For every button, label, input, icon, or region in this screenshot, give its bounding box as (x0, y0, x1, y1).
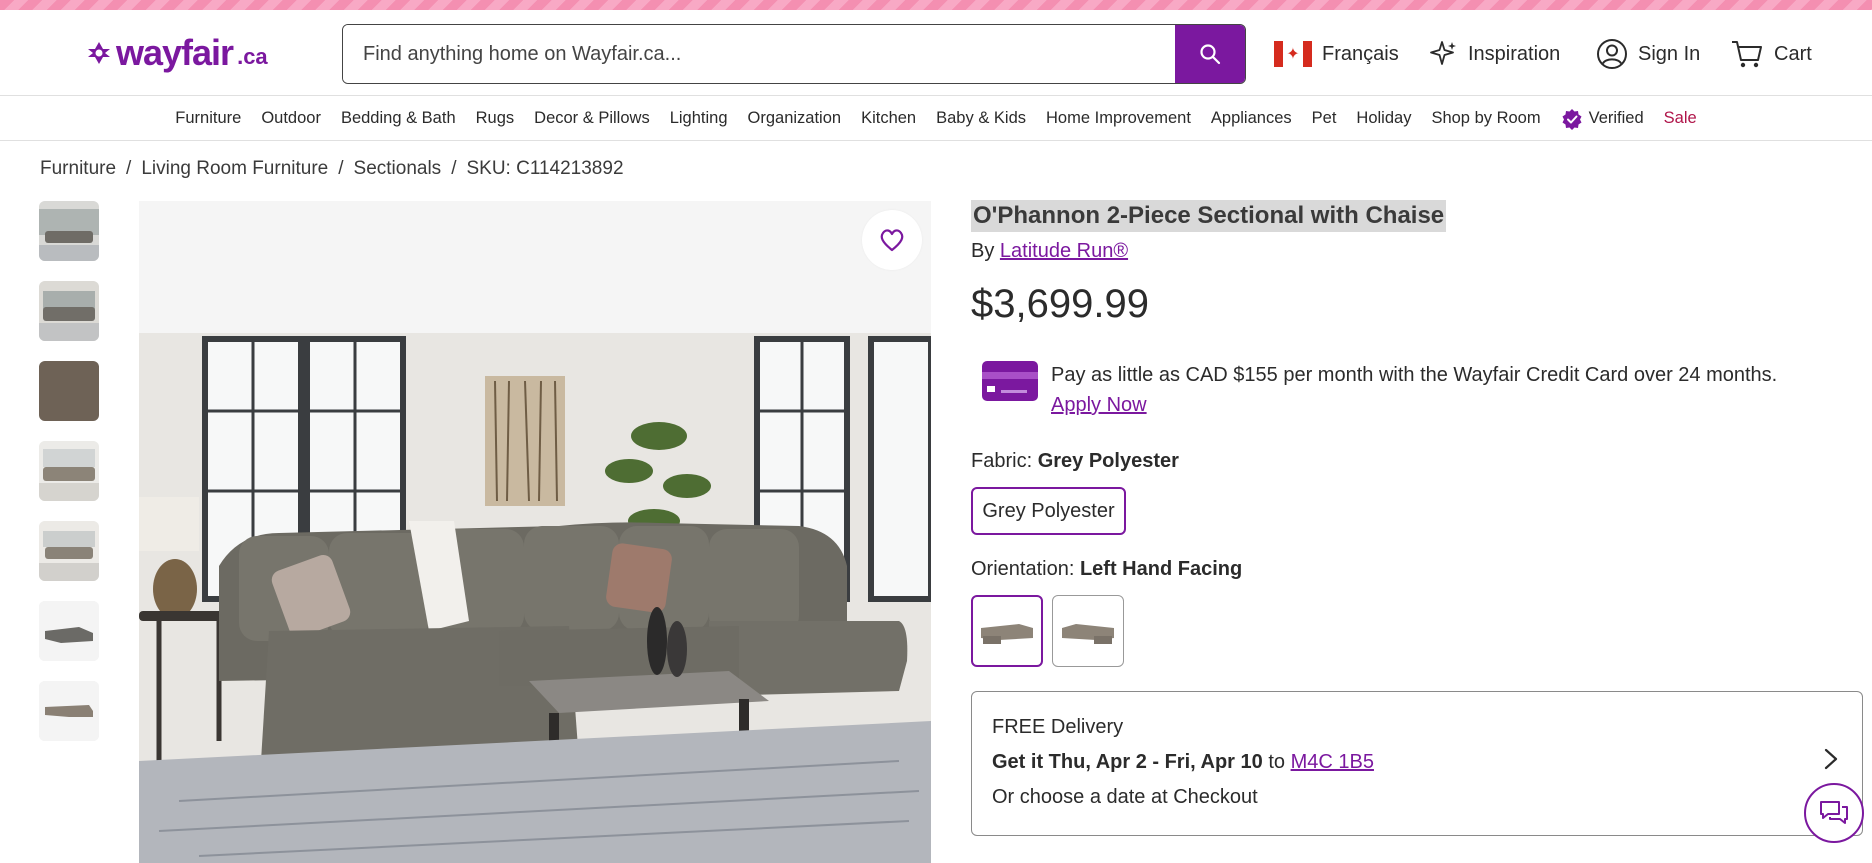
thumbnail-list (39, 201, 99, 761)
thumbnail[interactable] (39, 521, 99, 581)
canada-flag-icon: ✦ (1274, 41, 1312, 67)
postal-code-link[interactable]: M4C 1B5 (1291, 751, 1374, 773)
logo-word: wayfair (116, 32, 234, 73)
inspiration-label: Inspiration (1468, 42, 1561, 65)
wayfair-logo-icon (88, 42, 110, 64)
credit-offer-text: Pay as little as CAD $155 per month with… (1051, 364, 1778, 386)
by-prefix: By (971, 240, 995, 262)
nav-item-verified[interactable]: Verified (1561, 108, 1644, 130)
nav-item-appliances[interactable]: Appliances (1211, 109, 1292, 128)
apply-now-link[interactable]: Apply Now (1051, 390, 1777, 420)
credit-offer: Pay as little as CAD $155 per month with… (981, 360, 1777, 420)
orientation-label-prefix: Orientation: (971, 558, 1075, 580)
orientation-label: Orientation: Left Hand Facing (971, 558, 1242, 581)
language-label: Français (1322, 42, 1399, 65)
wayfair-logo[interactable]: wayfair .ca (86, 32, 268, 74)
thumbnail[interactable] (39, 281, 99, 341)
nav-item-pet[interactable]: Pet (1312, 109, 1337, 128)
breadcrumb-separator: / (338, 158, 344, 179)
search-input[interactable] (343, 25, 1175, 83)
nav-item-decor-pillows[interactable]: Decor & Pillows (534, 109, 650, 128)
credit-card-icon (982, 361, 1038, 401)
cart-link[interactable]: Cart (1730, 32, 1812, 76)
fabric-option-grey-polyester[interactable]: Grey Polyester (971, 487, 1126, 535)
nav-item-lighting[interactable]: Lighting (670, 109, 728, 128)
fabric-label: Fabric: Grey Polyester (971, 450, 1179, 473)
orientation-option-left[interactable] (971, 595, 1043, 667)
inspiration-link[interactable]: Inspiration (1428, 32, 1560, 76)
sign-in-label: Sign In (1638, 42, 1701, 65)
chat-button[interactable] (1804, 783, 1864, 843)
language-switch[interactable]: ✦ Français (1274, 32, 1399, 76)
nav-item-home-improvement[interactable]: Home Improvement (1046, 109, 1191, 128)
product-main-image[interactable] (139, 201, 931, 863)
fabric-selected-value: Grey Polyester (1037, 450, 1179, 472)
account-icon (1597, 39, 1627, 69)
nav-item-kitchen[interactable]: Kitchen (861, 109, 916, 128)
brand-link[interactable]: Latitude Run® (1000, 240, 1128, 262)
delivery-checkout-note: Or choose a date at Checkout (992, 786, 1258, 808)
breadcrumb-separator: / (126, 158, 132, 179)
product-price: $3,699.99 (971, 282, 1149, 326)
breadcrumb-living-room-furniture[interactable]: Living Room Furniture (141, 158, 328, 180)
thumbnail[interactable] (39, 201, 99, 261)
category-nav: Furniture Outdoor Bedding & Bath Rugs De… (0, 97, 1872, 141)
search-bar (342, 24, 1246, 84)
chevron-right-icon (1824, 748, 1838, 770)
site-header: wayfair .ca ✦ Français Inspiration Sig (0, 10, 1872, 96)
verified-badge-icon (1562, 108, 1582, 130)
breadcrumb: Furniture / Living Room Furniture / Sect… (40, 158, 624, 180)
orientation-selected-value: Left Hand Facing (1079, 558, 1243, 580)
nav-item-shop-by-room[interactable]: Shop by Room (1431, 109, 1540, 128)
search-icon (1200, 44, 1221, 65)
nav-item-sale[interactable]: Sale (1664, 109, 1697, 128)
breadcrumb-sectionals[interactable]: Sectionals (354, 158, 442, 180)
sectional-right-thumbnail (1062, 624, 1114, 644)
cart-label: Cart (1774, 42, 1812, 65)
sectional-sofa-photo (139, 201, 931, 863)
verified-label: Verified (1588, 109, 1644, 127)
cart-icon (1732, 41, 1762, 68)
favorite-button[interactable] (862, 210, 922, 270)
thumbnail[interactable] (39, 601, 99, 661)
thumbnail[interactable] (39, 441, 99, 501)
sectional-left-thumbnail (981, 624, 1033, 644)
search-button[interactable] (1175, 25, 1245, 83)
delivery-card[interactable]: FREE Delivery Get it Thu, Apr 2 - Fri, A… (971, 691, 1863, 836)
heart-icon (880, 229, 904, 252)
fabric-label-prefix: Fabric: (971, 450, 1033, 472)
sign-in-link[interactable]: Sign In (1596, 32, 1700, 76)
nav-item-rugs[interactable]: Rugs (476, 109, 515, 128)
thumbnail[interactable] (39, 361, 99, 421)
chat-icon (1820, 801, 1848, 824)
delivery-free-label: FREE Delivery (992, 716, 1124, 738)
orientation-option-right[interactable] (1052, 595, 1124, 667)
nav-item-bedding-bath[interactable]: Bedding & Bath (341, 109, 456, 128)
sparkle-icon (1430, 41, 1456, 65)
delivery-to: to (1268, 751, 1286, 773)
nav-item-outdoor[interactable]: Outdoor (261, 109, 321, 128)
delivery-date-line: Get it Thu, Apr 2 - Fri, Apr 10 to M4C 1… (992, 745, 1842, 780)
delivery-dates: Get it Thu, Apr 2 - Fri, Apr 10 (992, 751, 1263, 773)
nav-item-organization[interactable]: Organization (748, 109, 842, 128)
logo-tld: .ca (237, 44, 268, 69)
product-title: O'Phannon 2-Piece Sectional with Chaise (971, 200, 1447, 232)
promo-stripe (0, 0, 1872, 10)
breadcrumb-sku: SKU: C114213892 (466, 158, 624, 179)
nav-item-baby-kids[interactable]: Baby & Kids (936, 109, 1026, 128)
breadcrumb-separator: / (451, 158, 457, 179)
breadcrumb-furniture[interactable]: Furniture (40, 158, 116, 180)
nav-item-holiday[interactable]: Holiday (1356, 109, 1411, 128)
brand-byline: By Latitude Run® (971, 240, 1128, 263)
thumbnail[interactable] (39, 681, 99, 741)
nav-item-furniture[interactable]: Furniture (175, 109, 241, 128)
